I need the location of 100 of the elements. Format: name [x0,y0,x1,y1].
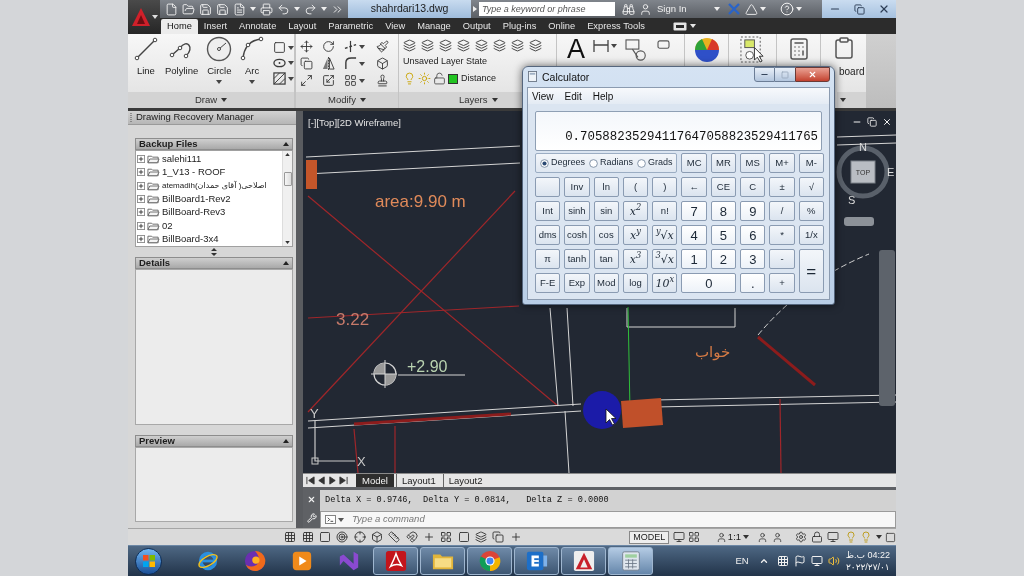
calculator-key[interactable]: ( [622,177,649,197]
calculator-key[interactable]: x$^{2}$ [622,201,649,221]
tree-item[interactable]: atemadih(اصلاحی( آقای حمدان [136,179,282,192]
panel-expand-button[interactable]: Layers [399,92,522,108]
expand-box-icon[interactable] [137,181,145,190]
array-grid-icon[interactable] [344,74,357,87]
calculator-key[interactable]: $^{3}$√x [652,249,678,269]
memory-key[interactable]: MC [681,153,707,173]
calculator-key[interactable]: + [769,273,795,293]
rotate-icon[interactable] [322,40,335,53]
calculator-key[interactable]: 1/x [798,225,824,245]
memory-key[interactable]: MS [740,153,766,173]
calculator-key[interactable]: 3 [740,249,766,269]
caret-icon[interactable] [491,98,498,102]
text-tool-button[interactable]: A [567,36,585,63]
caret-icon[interactable] [288,45,294,50]
tree-item[interactable]: 02 [136,219,282,233]
splitter-arrows-icon[interactable] [211,248,217,256]
clock-button[interactable]: 04:22 ب.ظ ۲۰۲۲/۲۷/۰۱ [845,549,896,573]
tree-item[interactable]: BillBoard-3x4 [136,232,282,246]
caret-icon[interactable] [359,78,365,83]
scrollbar[interactable] [282,151,292,246]
minimize-button[interactable] [754,67,775,82]
chevron-up-icon[interactable] [758,556,769,566]
section-header[interactable]: Backup Files [135,138,293,150]
maximize-button[interactable] [775,67,795,82]
language-indicator[interactable]: EN [735,553,749,569]
command-input[interactable]: Type a command [352,513,895,526]
layer-stack-icon[interactable] [403,39,416,52]
crosshair-icon[interactable] [353,531,366,543]
file-icon[interactable] [165,2,178,16]
menu-item[interactable]: Help [591,88,615,104]
scroll-thumb[interactable] [283,171,292,186]
calculator-key[interactable]: Int [535,201,561,221]
calculator-key[interactable]: 4 [681,225,707,245]
angle-mode-radio[interactable]: Radians [589,156,633,170]
draw-tool-button[interactable]: Arc [239,36,266,77]
wrench-icon[interactable] [306,513,317,524]
copy-icon[interactable] [492,531,505,543]
ribbon-tab[interactable]: Parametric [322,19,380,34]
calculator-key[interactable]: √ [798,177,824,197]
caret-icon[interactable] [338,517,344,522]
calculator-key[interactable]: dms [535,225,561,245]
caret-icon[interactable] [359,61,365,66]
restore-icon[interactable] [867,117,877,127]
expand-box-icon[interactable] [137,194,145,203]
menu-item[interactable]: Edit [563,88,583,104]
scroll-up-icon[interactable] [285,153,290,156]
help-icon[interactable] [780,2,794,16]
save-icon[interactable] [199,2,212,16]
color-wheel-icon[interactable] [693,37,720,63]
calculator-key[interactable]: 5 [710,225,737,245]
expand-box-icon[interactable] [137,208,145,217]
clipboard-button[interactable]: board [839,64,865,79]
first-page-icon[interactable] [306,476,315,485]
tag-icon[interactable] [657,40,670,51]
printer-icon[interactable] [260,2,273,16]
layer-stack-icon[interactable] [421,39,434,52]
calculator-key[interactable]: sinh [564,201,590,221]
ribbon-tab[interactable]: View [379,19,412,34]
scale-icon[interactable] [322,74,335,87]
memory-key[interactable]: MR [710,153,737,173]
layer-stack-icon[interactable] [511,39,524,52]
expand-box-icon[interactable] [137,154,145,163]
calculator-key[interactable]: ln [593,177,619,197]
taskbar-button[interactable] [514,547,559,575]
ribbon-tab[interactable]: Annotate [233,19,283,34]
calculator-key[interactable]: ← [681,177,707,197]
calculator-key[interactable]: x$^{y}$ [622,225,649,245]
calculator-key[interactable]: 8 [710,201,737,221]
layer-stack-icon[interactable] [529,39,542,52]
target-icon[interactable] [336,531,349,543]
annotation-scale-dropdown[interactable]: 1:1 [727,529,750,545]
ellipse-icon[interactable] [273,58,286,68]
next-icon[interactable] [328,476,337,485]
ribbon-tab[interactable]: Layout [282,19,323,34]
square-icon[interactable] [457,531,470,543]
four-squares-icon[interactable] [440,531,453,543]
blank-key[interactable] [535,177,561,197]
panel-expand-button[interactable] [837,92,866,108]
draw-tool-button[interactable]: Polyline [165,36,199,77]
ruler-icon[interactable] [388,531,401,543]
section-header[interactable]: Preview [135,435,293,447]
calculator-key[interactable]: Inv [564,177,590,197]
calculator-key[interactable]: cos [593,225,619,245]
dimension-icon[interactable] [593,39,609,53]
calculator-key[interactable]: tan [593,249,619,269]
calculator-key[interactable]: . [740,273,766,293]
four-squares-icon[interactable] [688,531,701,543]
sign-in-button[interactable]: Sign In [657,1,687,17]
caret-icon[interactable] [743,535,750,539]
calculator-key[interactable]: Exp [564,273,590,293]
document-icon[interactable] [233,2,246,16]
panel-expand-button[interactable]: Draw [128,92,294,108]
radio-icon[interactable] [540,158,549,168]
calculator-key[interactable]: C [740,177,766,197]
layers-icon[interactable] [475,531,488,543]
ribbon-tab[interactable]: Insert [197,19,234,34]
calculator-key[interactable]: % [798,201,824,221]
triangle-icon[interactable] [745,2,758,16]
